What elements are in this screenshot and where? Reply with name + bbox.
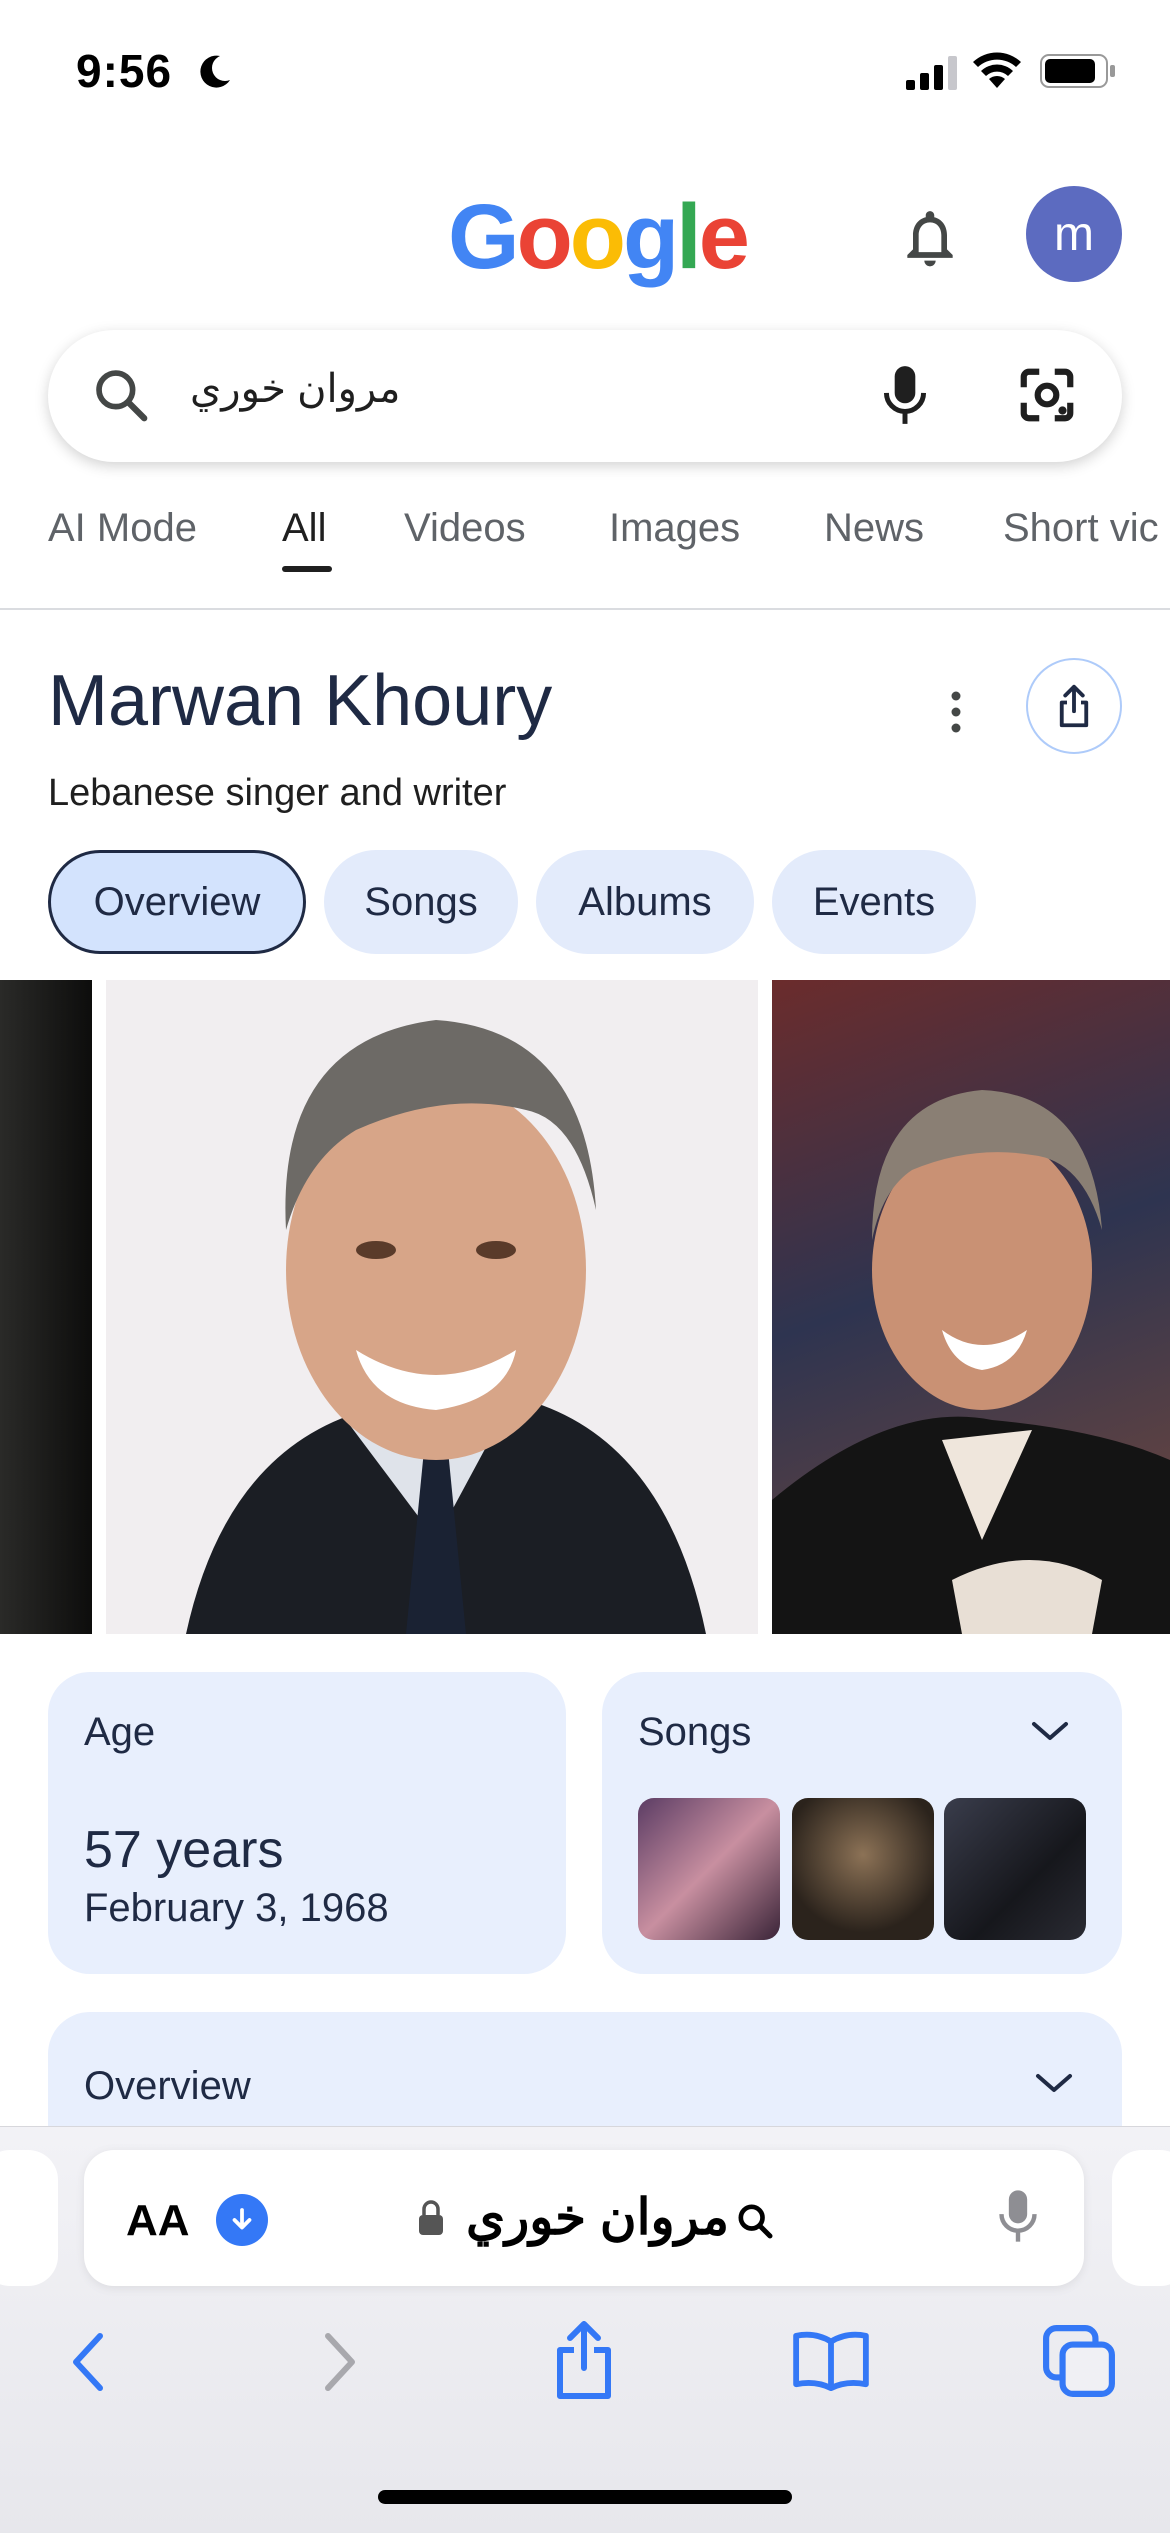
share-button[interactable] (1026, 658, 1122, 754)
song-thumbnail[interactable] (638, 1798, 780, 1940)
lock-icon (419, 2200, 443, 2235)
age-label: Age (84, 1710, 156, 1754)
tab-active-indicator (282, 566, 332, 572)
avatar[interactable]: m (1026, 186, 1122, 282)
tab-images[interactable]: Images (609, 506, 740, 551)
google-logo: Google (448, 186, 750, 288)
chip-overview[interactable]: Overview (48, 850, 306, 954)
battery-icon (1040, 54, 1115, 88)
url-text[interactable]: مروان خوري (466, 2188, 775, 2246)
forward-icon[interactable] (318, 2330, 362, 2394)
home-indicator (378, 2490, 792, 2504)
avatar-letter: m (1054, 207, 1094, 261)
status-time: 9:56 (76, 45, 173, 97)
image-carousel[interactable] (0, 980, 1170, 1634)
age-value: 57 years (84, 1821, 284, 1879)
tab-all[interactable]: All (282, 506, 326, 551)
next-tab-pill[interactable] (1112, 2150, 1170, 2286)
page-settings-button[interactable]: AA (126, 2196, 190, 2246)
tabs-icon[interactable] (1042, 2324, 1116, 2398)
signal-icon (906, 56, 957, 90)
entity-subtitle: Lebanese singer and writer (48, 772, 507, 814)
search-icon (96, 370, 148, 422)
entity-title: Marwan Khoury (48, 661, 553, 741)
song-thumbnail[interactable] (792, 1798, 934, 1940)
chip-albums[interactable]: Albums (536, 850, 754, 954)
url-query: مروان خوري (466, 2189, 730, 2245)
bookmarks-icon[interactable] (792, 2330, 870, 2392)
tab-videos[interactable]: Videos (404, 506, 526, 551)
chevron-down-icon[interactable] (1028, 1716, 1072, 1746)
chevron-down-icon[interactable] (1032, 2068, 1076, 2098)
songs-label: Songs (638, 1710, 752, 1754)
image-thumbnail[interactable] (772, 980, 1170, 1634)
chip-songs[interactable]: Songs (324, 850, 518, 954)
portrait-photo (186, 1020, 706, 1634)
overview-label: Overview (84, 2064, 251, 2108)
search-tabs: AI Mode All Videos Images News Short vic (0, 480, 1170, 610)
bell-icon[interactable] (896, 204, 964, 272)
share-icon (1059, 684, 1089, 728)
wifi-icon (973, 52, 1021, 88)
image-thumbnail[interactable] (0, 980, 92, 1634)
birth-date: February 3, 1968 (84, 1886, 389, 1930)
age-card[interactable]: Age 57 years February 3, 1968 (48, 1672, 566, 1974)
lens-icon[interactable] (1016, 364, 1078, 426)
more-vert-icon[interactable] (944, 688, 968, 736)
download-badge[interactable] (216, 2194, 268, 2246)
tab-ai-mode[interactable]: AI Mode (48, 506, 197, 551)
image-thumbnail[interactable] (106, 980, 758, 1634)
previous-tab-pill[interactable] (0, 2150, 58, 2286)
search-input[interactable]: مروان خوري (190, 366, 400, 412)
tab-news[interactable]: News (824, 506, 924, 551)
mic-icon[interactable] (996, 2184, 1040, 2248)
song-thumbnail[interactable] (944, 1798, 1086, 1940)
share-icon[interactable] (552, 2320, 616, 2400)
moon-icon (200, 55, 230, 88)
mic-icon[interactable] (880, 362, 930, 428)
portrait-photo (772, 1090, 1170, 1634)
back-icon[interactable] (66, 2330, 110, 2394)
tab-short-videos[interactable]: Short vic (1003, 506, 1159, 551)
download-icon (232, 2208, 252, 2230)
chip-events[interactable]: Events (772, 850, 976, 954)
search-icon (738, 2204, 773, 2239)
